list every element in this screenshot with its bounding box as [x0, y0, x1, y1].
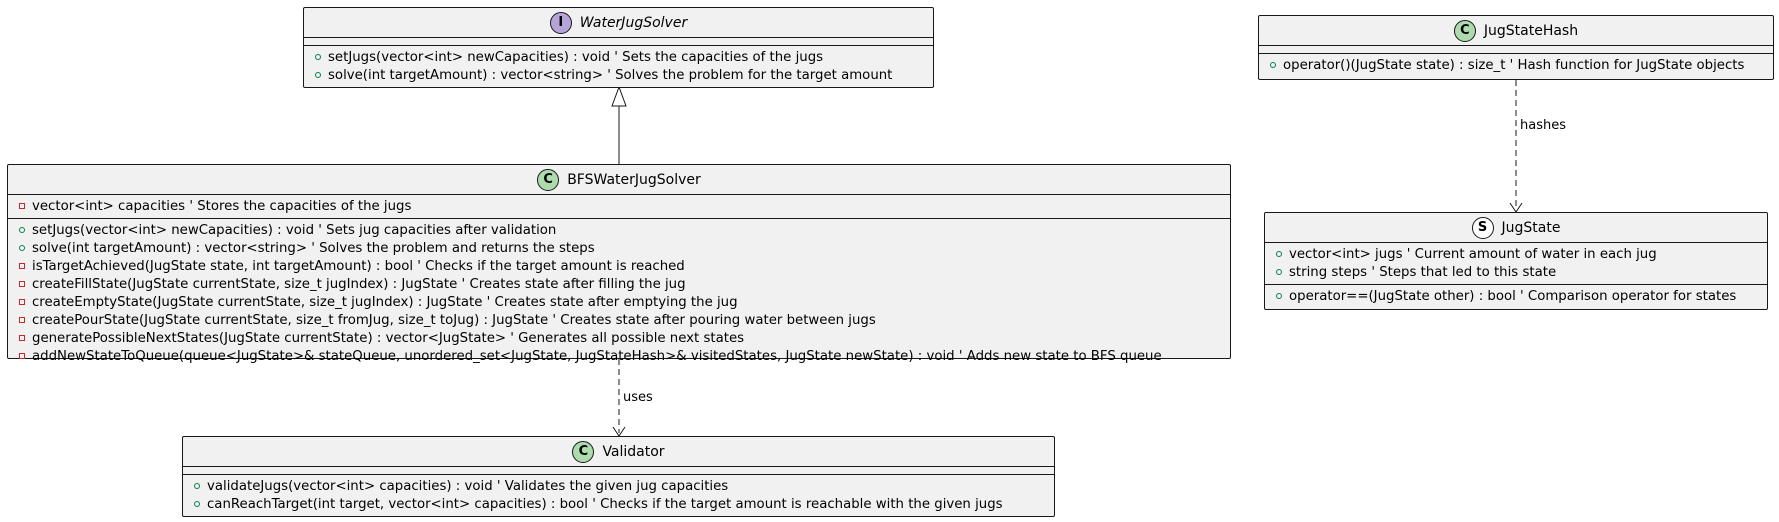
method-signature: setJugs(vector<int> newCapacities) : voi… — [328, 49, 824, 65]
methods-section: setJugs(vector<int> newCapacities) : voi… — [8, 219, 1230, 368]
method-signature: generatePossibleNextStates(JugState curr… — [32, 330, 745, 346]
methods-section: validateJugs(vector<int> capacities) : v… — [183, 475, 1054, 516]
field-row: vector<int> jugs ' Current amount of wat… — [1265, 245, 1767, 263]
public-visibility-icon — [312, 52, 323, 63]
bfswaterjugsolver-class[interactable]: C BFSWaterJugSolver vector<int> capaciti… — [7, 164, 1231, 364]
method-signature: operator==(JugState other) : bool ' Comp… — [1289, 288, 1737, 304]
class-name: WaterJugSolver — [579, 14, 688, 31]
methods-section: operator==(JugState other) : bool ' Comp… — [1265, 285, 1767, 308]
method-signature: solve(int targetAmount) : vector<string>… — [328, 67, 893, 83]
fields-section: vector<int> jugs ' Current amount of wat… — [1265, 243, 1767, 285]
fields-section — [1259, 46, 1773, 54]
field-row: vector<int> capacities ' Stores the capa… — [8, 197, 1230, 215]
private-visibility-icon — [16, 201, 27, 212]
class-name: JugStateHash — [1483, 22, 1579, 39]
public-visibility-icon — [312, 70, 323, 81]
fields-section — [304, 38, 933, 46]
fields-section — [183, 467, 1054, 475]
method-row: createEmptyState(JugState currentState, … — [8, 293, 1230, 311]
method-signature: addNewStateToQueue(queue<JugState>& stat… — [32, 348, 1162, 364]
fields-section: vector<int> capacities ' Stores the capa… — [8, 195, 1230, 219]
class-name: BFSWaterJugSolver — [567, 171, 701, 188]
field-signature: string steps ' Steps that led to this st… — [1289, 264, 1557, 280]
methods-section: operator()(JugState state) : size_t ' Ha… — [1259, 54, 1773, 77]
public-visibility-icon — [1273, 249, 1284, 260]
methods-section: setJugs(vector<int> newCapacities) : voi… — [304, 46, 933, 87]
method-row: isTargetAchieved(JugState state, int tar… — [8, 257, 1230, 275]
method-row: canReachTarget(int target, vector<int> c… — [183, 495, 1054, 513]
field-row: string steps ' Steps that led to this st… — [1265, 263, 1767, 281]
method-row: operator==(JugState other) : bool ' Comp… — [1265, 287, 1767, 305]
private-visibility-icon — [16, 297, 27, 308]
hashes-label: hashes — [1520, 118, 1566, 133]
method-signature: validateJugs(vector<int> capacities) : v… — [207, 478, 729, 494]
method-row: createPourState(JugState currentState, s… — [8, 311, 1230, 329]
method-signature: solve(int targetAmount) : vector<string>… — [32, 240, 595, 256]
private-visibility-icon — [16, 351, 27, 362]
class-name: Validator — [602, 443, 665, 460]
method-row: setJugs(vector<int> newCapacities) : voi… — [8, 221, 1230, 239]
method-signature: operator()(JugState state) : size_t ' Ha… — [1283, 57, 1745, 73]
private-visibility-icon — [16, 261, 27, 272]
private-visibility-icon — [16, 315, 27, 326]
method-signature: isTargetAchieved(JugState state, int tar… — [32, 258, 685, 274]
struct-stereotype-icon: S — [1471, 216, 1494, 239]
class-stereotype-icon: C — [537, 168, 560, 191]
uses-label: uses — [623, 390, 653, 405]
public-visibility-icon — [1267, 60, 1278, 71]
jugstate-struct[interactable]: S JugState vector<int> jugs ' Current am… — [1264, 212, 1768, 310]
method-signature: createFillState(JugState currentState, s… — [32, 276, 686, 292]
class-header: C Validator — [183, 437, 1054, 467]
field-signature: vector<int> jugs ' Current amount of wat… — [1289, 246, 1657, 262]
method-row: solve(int targetAmount) : vector<string>… — [304, 66, 933, 84]
method-row: operator()(JugState state) : size_t ' Ha… — [1259, 56, 1773, 74]
method-signature: setJugs(vector<int> newCapacities) : voi… — [32, 222, 557, 238]
class-header: C BFSWaterJugSolver — [8, 165, 1230, 195]
private-visibility-icon — [16, 279, 27, 290]
field-signature: vector<int> capacities ' Stores the capa… — [32, 198, 412, 214]
inheritance-arrowhead — [611, 85, 627, 107]
method-row: addNewStateToQueue(queue<JugState>& stat… — [8, 347, 1230, 365]
class-header: S JugState — [1265, 213, 1767, 243]
method-signature: canReachTarget(int target, vector<int> c… — [207, 496, 1003, 512]
jugstatehash-class[interactable]: C JugStateHash operator()(JugState state… — [1258, 15, 1774, 80]
public-visibility-icon — [191, 499, 202, 510]
public-visibility-icon — [191, 481, 202, 492]
validator-class[interactable]: C Validator validateJugs(vector<int> cap… — [182, 436, 1055, 517]
private-visibility-icon — [16, 333, 27, 344]
waterjugsolver-interface[interactable]: I WaterJugSolver setJugs(vector<int> new… — [303, 7, 934, 88]
method-row: createFillState(JugState currentState, s… — [8, 275, 1230, 293]
method-signature: createPourState(JugState currentState, s… — [32, 312, 876, 328]
public-visibility-icon — [16, 225, 27, 236]
method-signature: createEmptyState(JugState currentState, … — [32, 294, 738, 310]
public-visibility-icon — [1273, 291, 1284, 302]
class-header: I WaterJugSolver — [304, 8, 933, 38]
class-stereotype-icon: C — [1453, 19, 1476, 42]
class-stereotype-icon: C — [572, 440, 595, 463]
method-row: solve(int targetAmount) : vector<string>… — [8, 239, 1230, 257]
method-row: validateJugs(vector<int> capacities) : v… — [183, 477, 1054, 495]
method-row: generatePossibleNextStates(JugState curr… — [8, 329, 1230, 347]
class-header: C JugStateHash — [1259, 16, 1773, 46]
public-visibility-icon — [1273, 267, 1284, 278]
interface-stereotype-icon: I — [549, 11, 572, 34]
public-visibility-icon — [16, 243, 27, 254]
class-name: JugState — [1501, 219, 1561, 236]
method-row: setJugs(vector<int> newCapacities) : voi… — [304, 48, 933, 66]
